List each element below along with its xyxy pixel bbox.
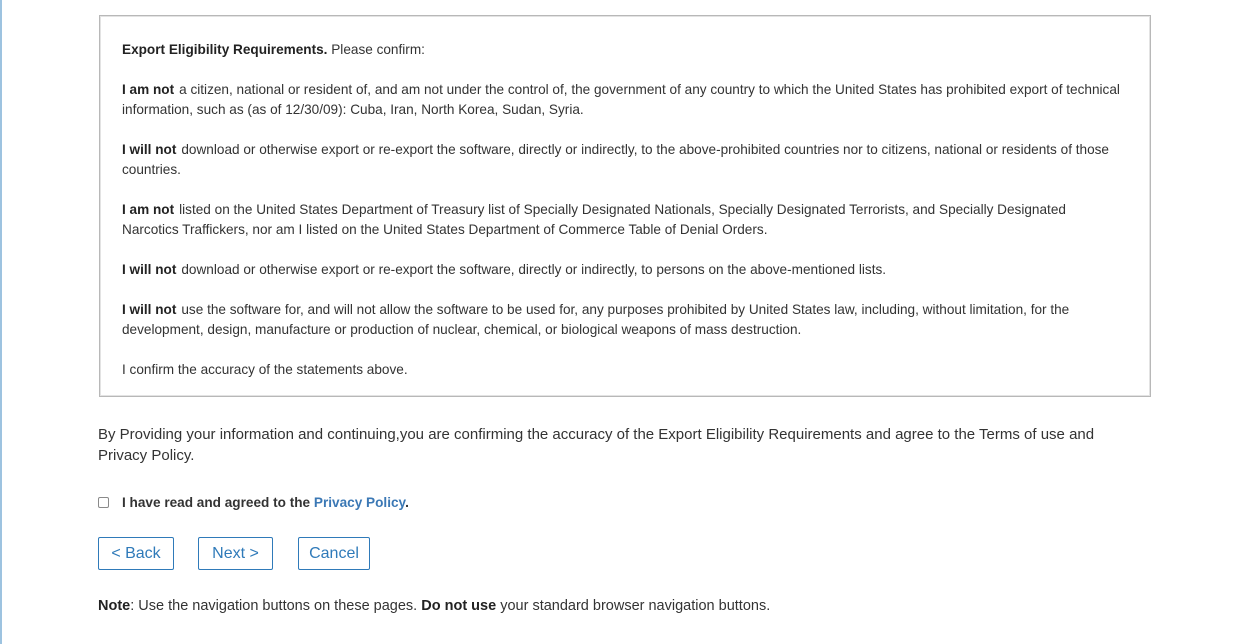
note-text-1: : Use the navigation buttons on these pa… (130, 598, 418, 614)
navigation-note: Note: Use the navigation buttons on thes… (98, 596, 770, 616)
cancel-button[interactable]: Cancel (298, 537, 370, 570)
requirement-item: I am not a citizen, national or resident … (122, 80, 1122, 120)
confirm-statement: I confirm the accuracy of the statements… (122, 362, 408, 377)
export-heading: Export Eligibility Requirements. Please … (122, 40, 1122, 60)
requirement-text: use the software for, and will not allow… (122, 302, 1070, 337)
note-text-2: your standard browser navigation buttons… (500, 598, 771, 614)
requirement-lead: I will not (122, 302, 177, 317)
privacy-agreement-checkbox[interactable] (98, 496, 109, 508)
requirement-text: download or otherwise export or re-expor… (122, 142, 1109, 177)
next-button[interactable]: Next > (198, 537, 273, 570)
agreement-label-prefix: I have read and agreed to the (122, 494, 311, 510)
requirement-item: I am not listed on the United States Depa… (122, 200, 1122, 240)
privacy-agreement-label: I have read and agreed to the Privacy Po… (122, 495, 409, 510)
agreement-label-suffix: . (405, 494, 409, 510)
back-button[interactable]: < Back (98, 537, 174, 570)
requirement-text: a citizen, national or resident of, and … (122, 82, 1120, 117)
note-emphasis: Do not use (421, 598, 497, 614)
note-label: Note (98, 598, 131, 614)
export-heading-bold: Export Eligibility Requirements. (122, 42, 328, 57)
requirement-item: I will not download or otherwise export o… (122, 140, 1122, 180)
left-border-rule (0, 0, 2, 644)
export-eligibility-text: Export Eligibility Requirements. Please … (122, 40, 1122, 380)
privacy-agreement-row: I have read and agreed to the Privacy Po… (98, 492, 409, 512)
requirement-text: download or otherwise export or re-expor… (181, 262, 887, 277)
requirement-lead: I am not (122, 202, 175, 217)
privacy-policy-link[interactable]: Privacy Policy (314, 495, 405, 510)
consent-statement: By Providing your information and contin… (98, 426, 1095, 464)
requirement-lead: I am not (122, 82, 175, 97)
requirement-lead: I will not (122, 262, 177, 277)
requirement-text: listed on the United States Department o… (122, 202, 1066, 237)
requirement-lead: I will not (122, 142, 177, 157)
export-heading-rest: Please confirm: (331, 42, 425, 57)
requirement-item: I will not download or otherwise export o… (122, 260, 1122, 280)
requirement-item: I will not use the software for, and will… (122, 300, 1122, 340)
export-eligibility-box: Export Eligibility Requirements. Please … (99, 15, 1151, 397)
